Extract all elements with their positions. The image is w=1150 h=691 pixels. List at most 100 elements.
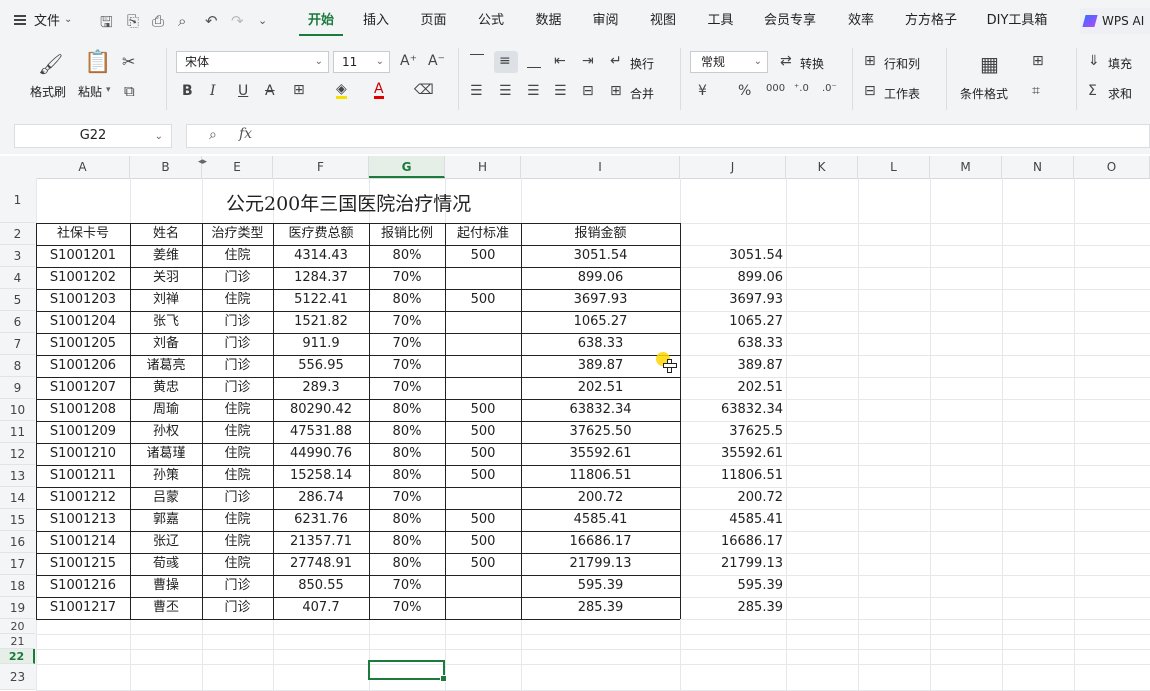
table-cell[interactable]: 202.51 [521, 377, 680, 399]
table-cell[interactable]: 500 [445, 509, 521, 531]
table-cell[interactable]: 47531.88 [273, 421, 369, 443]
table-cell[interactable]: S1001211 [36, 465, 130, 487]
row-header-2[interactable]: 2 [0, 223, 35, 245]
row-header-5[interactable]: 5 [0, 289, 35, 311]
wps-ai-button[interactable]: WPS AI [1080, 8, 1150, 34]
table-cell[interactable]: 500 [445, 465, 521, 487]
font-color-icon[interactable]: A [374, 82, 384, 99]
table-cell[interactable] [445, 377, 521, 399]
paste-dropdown-icon[interactable]: ▾ [106, 85, 111, 95]
tab-review[interactable]: 审阅 [577, 0, 634, 42]
table-cell[interactable]: 289.3 [273, 377, 369, 399]
table-cell[interactable]: 44990.76 [273, 443, 369, 465]
clear-format-icon[interactable]: ⌫ [414, 82, 434, 98]
row-header-4[interactable]: 4 [0, 267, 35, 289]
table-cell[interactable]: 门诊 [202, 487, 273, 509]
table-cell[interactable] [445, 487, 521, 509]
distribute-icon[interactable]: ⊟ [582, 83, 594, 99]
row-header-7[interactable]: 7 [0, 333, 35, 355]
table-cell[interactable]: 500 [445, 443, 521, 465]
table-cell[interactable]: S1001207 [36, 377, 130, 399]
copy-icon[interactable]: ⧉ [124, 82, 135, 100]
fill-button[interactable]: 填充 [1108, 55, 1132, 72]
row-header-18[interactable]: 18 [0, 575, 35, 597]
format-painter-button[interactable]: 格式刷 [30, 83, 66, 100]
table-cell[interactable]: 孙策 [130, 465, 202, 487]
row-col-icon[interactable]: ⊞ [864, 53, 876, 69]
table-cell[interactable]: 曹丕 [130, 597, 202, 619]
table-cell[interactable]: 21799.13 [680, 553, 786, 575]
function-button[interactable]: fx [239, 126, 252, 142]
table-header-cell[interactable]: 治疗类型 [202, 223, 273, 245]
table-cell[interactable]: 郭嘉 [130, 509, 202, 531]
table-cell[interactable]: 80% [369, 465, 445, 487]
column-header-f[interactable]: F [273, 156, 369, 178]
table-cell[interactable]: 曹操 [130, 575, 202, 597]
table-cell[interactable]: 850.55 [273, 575, 369, 597]
table-cell[interactable]: 5122.41 [273, 289, 369, 311]
convert-button[interactable]: 转换 [800, 55, 824, 72]
worksheet-button[interactable]: 工作表 [884, 85, 920, 102]
table-cell[interactable]: 35592.61 [521, 443, 680, 465]
table-cell[interactable]: S1001216 [36, 575, 130, 597]
table-cell[interactable]: 3051.54 [521, 245, 680, 267]
table-header-cell[interactable]: 社保卡号 [36, 223, 130, 245]
table-cell[interactable]: 70% [369, 597, 445, 619]
table-cell[interactable]: 门诊 [202, 597, 273, 619]
table-cell[interactable]: 595.39 [680, 575, 786, 597]
table-cell[interactable]: 门诊 [202, 311, 273, 333]
table-cell[interactable]: S1001217 [36, 597, 130, 619]
cell-style-icon[interactable]: ⊞ [1032, 53, 1044, 69]
table-cell[interactable] [445, 311, 521, 333]
table-cell[interactable]: 门诊 [202, 333, 273, 355]
table-cell[interactable] [445, 575, 521, 597]
table-cell[interactable]: 70% [369, 575, 445, 597]
table-cell[interactable] [445, 597, 521, 619]
zoom-icon[interactable]: ⌕ [209, 127, 217, 143]
export-icon[interactable]: ⎘ [127, 12, 139, 30]
table-cell[interactable]: 70% [369, 487, 445, 509]
table-cell[interactable]: 周瑜 [130, 399, 202, 421]
table-cell[interactable]: S1001210 [36, 443, 130, 465]
table-cell[interactable]: 住院 [202, 509, 273, 531]
paste-icon[interactable]: 📋 [84, 50, 111, 75]
table-cell[interactable]: 70% [369, 311, 445, 333]
sum-button[interactable]: 求和 [1108, 85, 1132, 102]
table-cell[interactable]: 500 [445, 421, 521, 443]
tab-diy-toolbox[interactable]: DIY工具箱 [971, 0, 1063, 42]
percent-button[interactable]: % [738, 83, 751, 99]
table-cell[interactable]: 诸葛亮 [130, 355, 202, 377]
font-name-select[interactable]: 宋体 ⌄ [176, 51, 329, 73]
table-cell[interactable]: 63832.34 [521, 399, 680, 421]
table-cell[interactable]: 286.74 [273, 487, 369, 509]
merge-button[interactable]: 合并 [630, 85, 654, 102]
column-header-j[interactable]: J [680, 156, 786, 178]
table-cell[interactable]: S1001205 [36, 333, 130, 355]
table-cell[interactable]: 刘禅 [130, 289, 202, 311]
table-cell[interactable]: 285.39 [680, 597, 786, 619]
quick-access-more-icon[interactable]: ⌄ [258, 14, 267, 27]
table-cell[interactable]: 11806.51 [680, 465, 786, 487]
table-cell[interactable]: 911.9 [273, 333, 369, 355]
table-cell[interactable] [445, 267, 521, 289]
name-box[interactable]: G22 ⌄ [14, 124, 172, 148]
table-cell[interactable]: 住院 [202, 289, 273, 311]
tab-page[interactable]: 页面 [405, 0, 462, 42]
thousand-separator-button[interactable]: 000 [766, 83, 785, 94]
table-cell[interactable]: 姜维 [130, 245, 202, 267]
cut-icon[interactable]: ✂ [122, 52, 135, 71]
row-header-13[interactable]: 13 [0, 465, 35, 487]
table-cell[interactable]: 门诊 [202, 575, 273, 597]
table-cell[interactable]: 张辽 [130, 531, 202, 553]
table-cell[interactable]: 407.7 [273, 597, 369, 619]
table-cell[interactable]: S1001212 [36, 487, 130, 509]
row-header-14[interactable]: 14 [0, 487, 35, 509]
table-cell[interactable]: 住院 [202, 553, 273, 575]
table-cell[interactable]: 80% [369, 553, 445, 575]
table-cell[interactable]: 住院 [202, 245, 273, 267]
row-header-3[interactable]: 3 [0, 245, 35, 267]
table-cell[interactable]: 899.06 [680, 267, 786, 289]
table-cell[interactable]: 500 [445, 399, 521, 421]
hidden-columns-marker[interactable]: ◂▸ [198, 157, 207, 167]
fill-color-icon[interactable]: ◈ [336, 82, 347, 99]
